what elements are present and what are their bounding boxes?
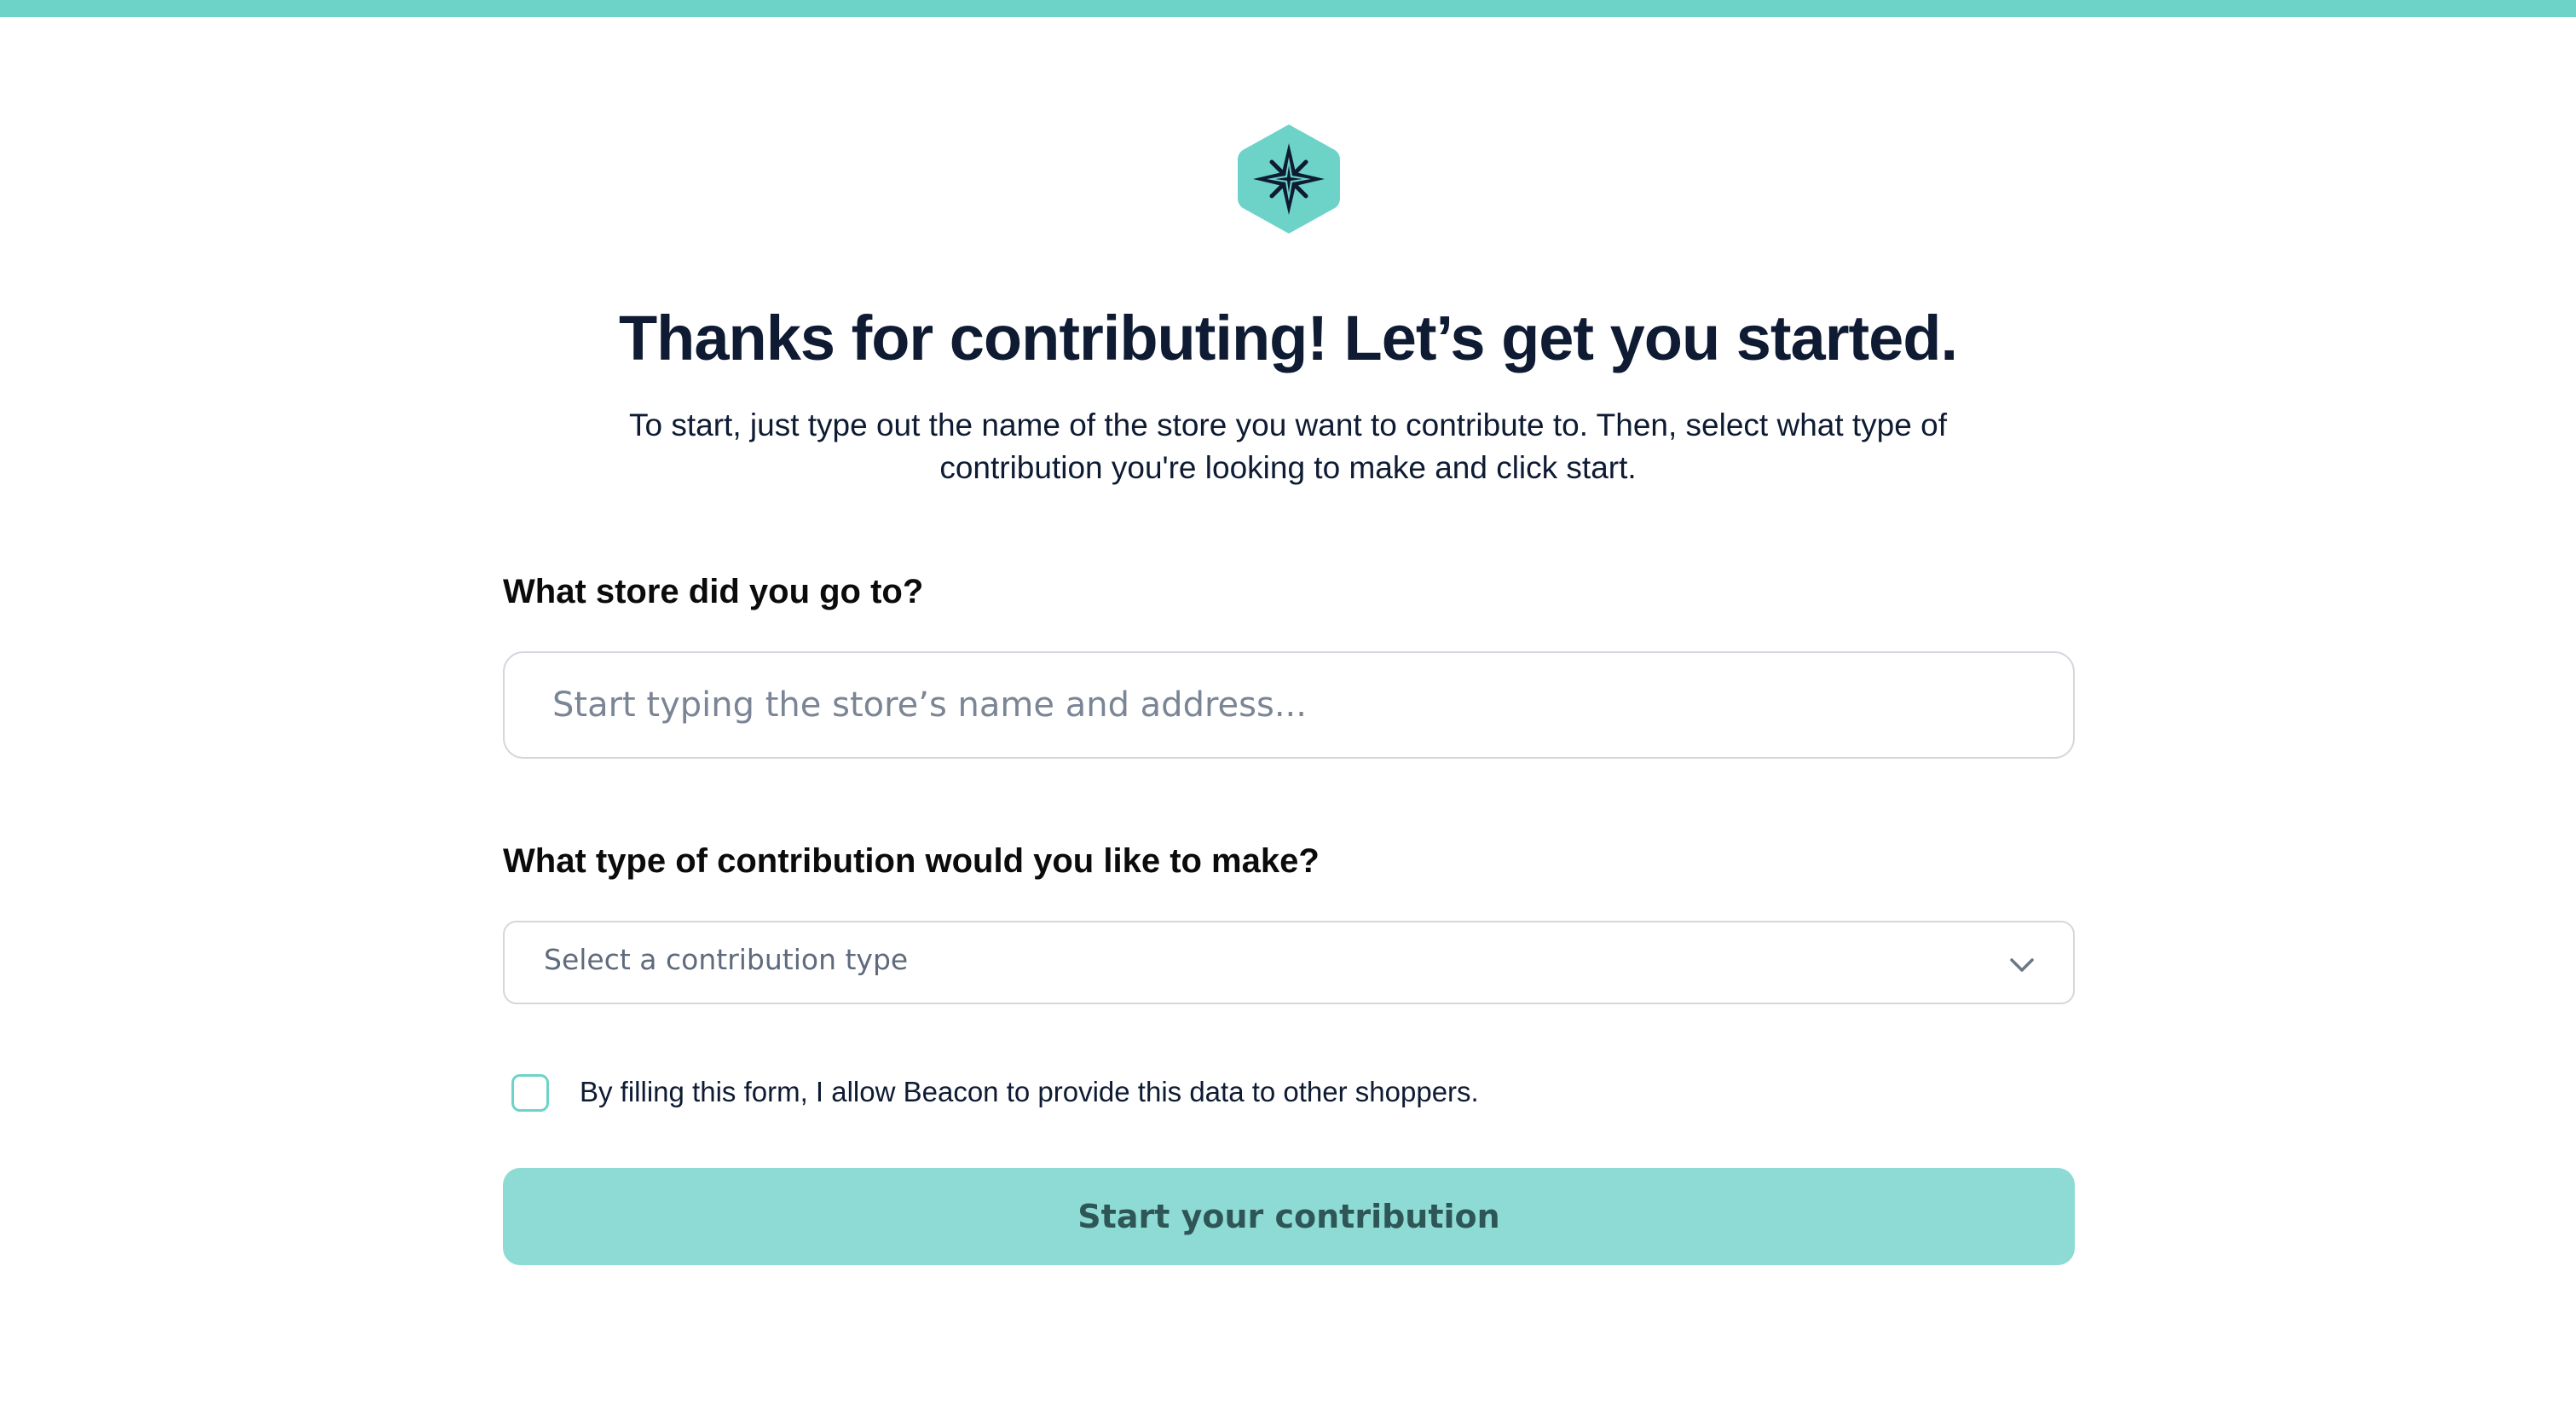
- page-title: Thanks for contributing! Let’s get you s…: [618, 303, 1958, 373]
- chevron-down-icon: [2010, 958, 2034, 972]
- consent-text: By filling this form, I allow Beacon to …: [580, 1076, 1479, 1107]
- contribution-type-select[interactable]: Select a contribution type: [503, 921, 2075, 1004]
- start-contribution-button[interactable]: Start your contribution: [503, 1168, 2075, 1265]
- compass-star-icon: [1238, 124, 1340, 234]
- contribution-type-label: What type of contribution would you like…: [503, 842, 1320, 880]
- page-subtitle: To start, just type out the name of the …: [629, 408, 1947, 485]
- store-label: What store did you go to?: [503, 573, 924, 610]
- consent-checkbox[interactable]: [511, 1074, 549, 1112]
- contribution-type-value: Select a contribution type: [544, 943, 909, 976]
- top-accent-bar: [0, 0, 2576, 17]
- store-search-input[interactable]: [503, 651, 2075, 759]
